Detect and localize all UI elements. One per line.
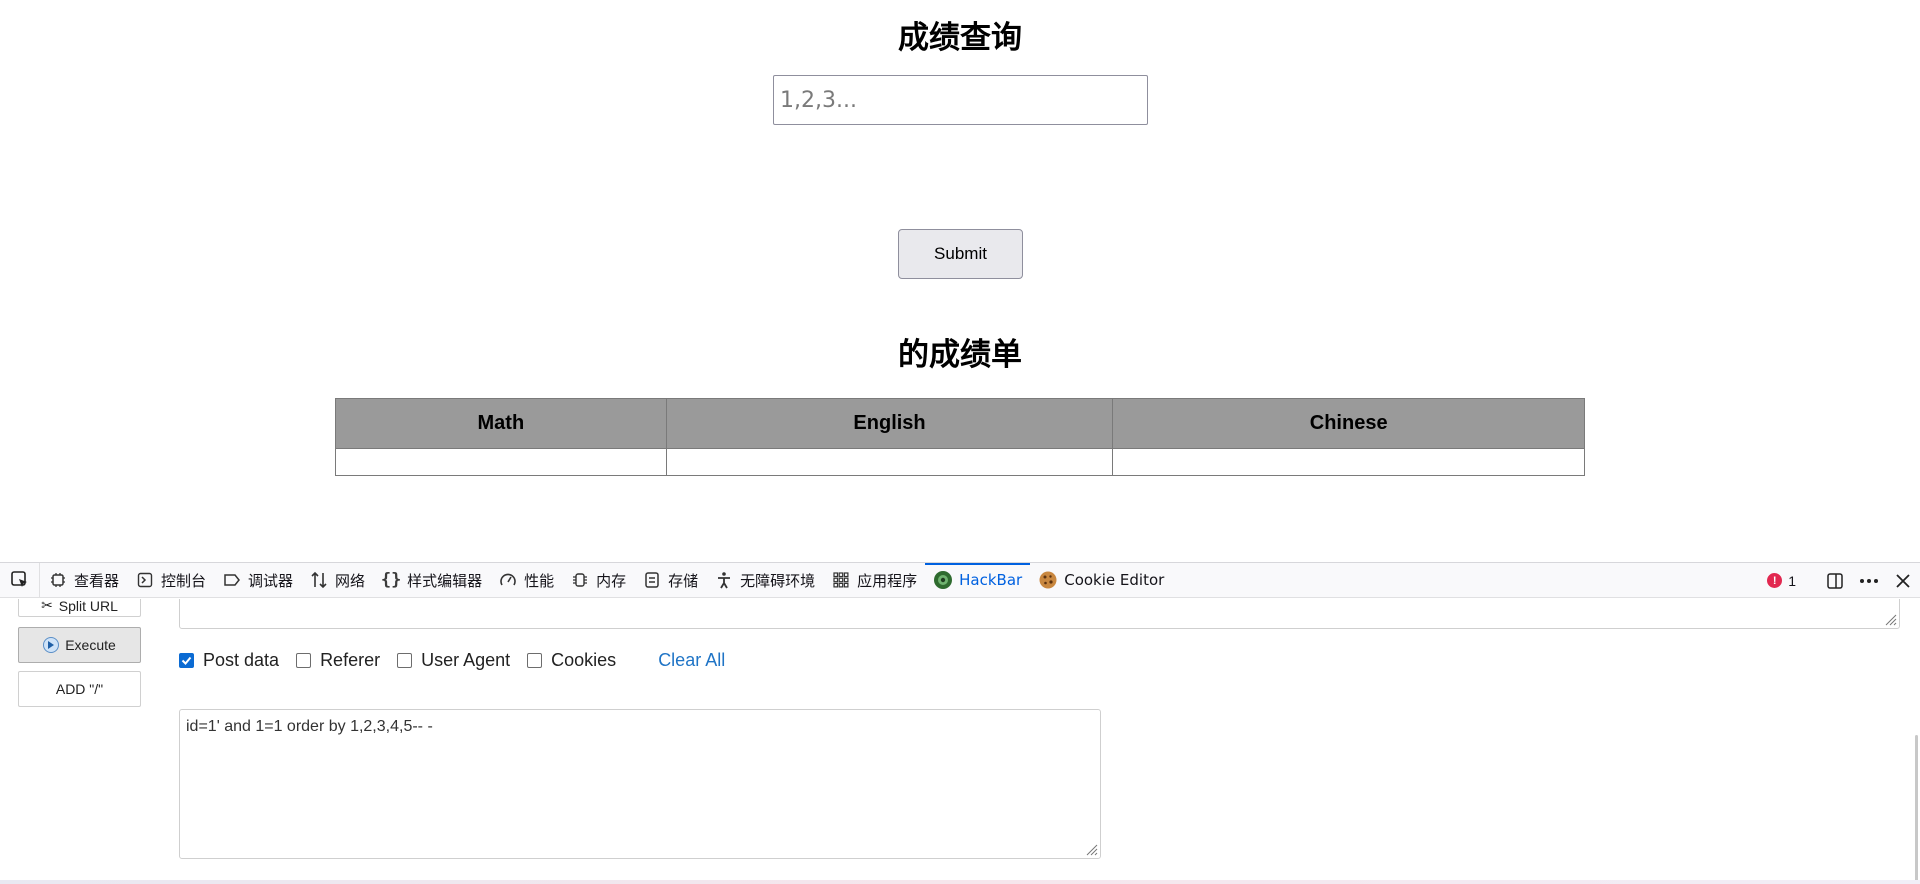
- application-icon: [831, 570, 851, 590]
- tab-label: 查看器: [74, 571, 120, 590]
- web-page: 成绩查询 Submit 的成绩单 Math English Chinese: [0, 0, 1920, 562]
- devtools-toolbar: 查看器 控制台 调试器 网络 {} 样式编辑器 性能 内存 存储 无障碍环境 应…: [0, 562, 1920, 598]
- tab-hackbar[interactable]: HackBar: [925, 562, 1031, 598]
- tab-label: HackBar: [959, 571, 1023, 589]
- execute-label: Execute: [65, 637, 116, 653]
- id-input[interactable]: [773, 75, 1148, 125]
- performance-icon: [498, 570, 518, 590]
- inspector-icon: [48, 570, 68, 590]
- tab-console[interactable]: 控制台: [127, 563, 214, 598]
- style-editor-icon: {}: [380, 570, 402, 590]
- element-picker-icon[interactable]: [0, 562, 40, 598]
- table-header-row: Math English Chinese: [335, 398, 1585, 449]
- tab-storage[interactable]: 存储: [634, 563, 706, 598]
- referer-label: Referer: [320, 649, 381, 670]
- execute-button[interactable]: Execute: [18, 627, 141, 663]
- table-row: [335, 448, 1585, 476]
- user-agent-checkbox[interactable]: [397, 652, 413, 668]
- tab-label: 性能: [524, 571, 555, 590]
- add-slash-button[interactable]: ADD "/": [18, 671, 141, 707]
- tab-debugger[interactable]: 调试器: [214, 563, 301, 598]
- tab-label: 调试器: [248, 571, 294, 590]
- tab-network[interactable]: 网络: [301, 563, 373, 598]
- tab-application[interactable]: 应用程序: [823, 563, 925, 598]
- tab-label: 应用程序: [857, 571, 918, 590]
- split-url-button[interactable]: ✂ Split URL: [18, 599, 141, 617]
- scissors-icon: ✂: [41, 599, 53, 613]
- debugger-icon: [222, 570, 242, 590]
- tab-style-editor[interactable]: {} 样式编辑器: [373, 563, 490, 598]
- post-data-option[interactable]: Post data: [179, 650, 279, 671]
- url-textarea[interactable]: [179, 599, 1900, 629]
- table-cell: [335, 448, 667, 476]
- tab-label: 存储: [668, 571, 699, 590]
- column-header-math: Math: [335, 398, 667, 449]
- dock-side-icon[interactable]: [1818, 563, 1852, 598]
- post-data-value: id=1' and 1=1 order by 1,2,3,4,5-- -: [186, 718, 433, 735]
- error-counter[interactable]: ! 1: [1767, 573, 1796, 589]
- clear-all-link[interactable]: Clear All: [658, 650, 725, 671]
- options-row: Post data Referer User Agent Cookies Cle…: [179, 649, 725, 671]
- panel-scrollbar[interactable]: [1915, 735, 1918, 884]
- tab-label: 网络: [335, 571, 366, 590]
- referer-checkbox[interactable]: [296, 652, 312, 668]
- table-cell: [665, 448, 1114, 476]
- close-icon[interactable]: [1886, 563, 1920, 598]
- user-agent-option[interactable]: User Agent: [397, 650, 510, 671]
- column-header-english: English: [665, 398, 1114, 449]
- toolbar-right: ! 1: [1767, 563, 1920, 598]
- table-cell: [1112, 448, 1585, 476]
- tab-cookie-editor[interactable]: Cookie Editor: [1030, 563, 1172, 598]
- post-data-label: Post data: [203, 649, 280, 670]
- error-icon: !: [1767, 573, 1783, 588]
- console-icon: [135, 570, 155, 590]
- score-table: Math English Chinese: [335, 398, 1585, 476]
- page-title: 成绩查询: [898, 20, 1022, 56]
- post-data-textarea[interactable]: id=1' and 1=1 order by 1,2,3,4,5-- -: [179, 709, 1101, 859]
- hackbar-panel: ✂ Split URL Execute ADD "/" Post data Re…: [0, 599, 1920, 884]
- accessibility-icon: [714, 570, 734, 590]
- network-icon: [309, 570, 329, 590]
- cookie-icon: [1038, 570, 1058, 590]
- cookies-option[interactable]: Cookies: [527, 650, 616, 671]
- tab-accessibility[interactable]: 无障碍环境: [706, 563, 823, 598]
- memory-icon: [570, 570, 590, 590]
- split-url-label: Split URL: [58, 599, 118, 614]
- hackbar-icon: [933, 570, 953, 590]
- resize-grip-icon: [1885, 614, 1897, 626]
- column-header-chinese: Chinese: [1112, 398, 1585, 449]
- submit-button[interactable]: Submit: [898, 229, 1023, 279]
- play-icon: [43, 637, 60, 653]
- more-options-icon[interactable]: [1852, 563, 1886, 598]
- resize-grip-icon: [1086, 844, 1098, 856]
- tab-memory[interactable]: 内存: [562, 563, 634, 598]
- error-count: 1: [1788, 572, 1796, 589]
- cookies-label: Cookies: [551, 649, 617, 670]
- referer-option[interactable]: Referer: [296, 650, 380, 671]
- tab-label: Cookie Editor: [1064, 571, 1165, 589]
- tab-label: 无障碍环境: [740, 571, 816, 590]
- bottom-strip: [0, 880, 1920, 884]
- post-data-checkbox[interactable]: [179, 652, 194, 668]
- tab-inspector[interactable]: 查看器: [40, 563, 127, 598]
- tab-label: 内存: [596, 571, 627, 590]
- tab-label: 样式编辑器: [407, 571, 483, 590]
- storage-icon: [642, 570, 662, 590]
- user-agent-label: User Agent: [421, 649, 511, 670]
- cookies-checkbox[interactable]: [527, 652, 543, 668]
- tab-performance[interactable]: 性能: [490, 563, 562, 598]
- tab-label: 控制台: [161, 571, 207, 590]
- devtools-panel: 查看器 控制台 调试器 网络 {} 样式编辑器 性能 内存 存储 无障碍环境 应…: [0, 562, 1920, 884]
- report-title: 的成绩单: [898, 337, 1022, 373]
